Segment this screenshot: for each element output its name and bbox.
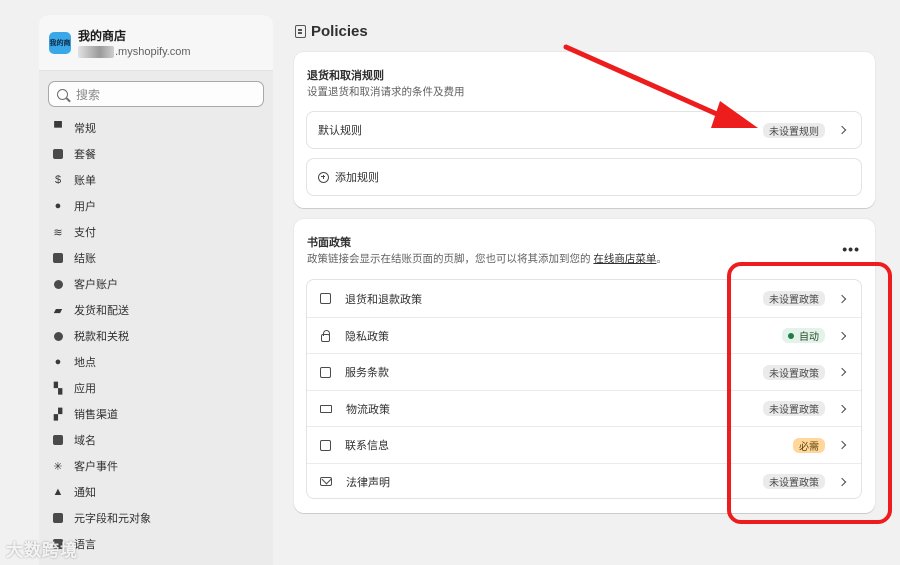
subtitle-suffix: 。	[656, 253, 667, 265]
subtitle-text: 政策链接会显示在结账页面的页脚，您也可以将其添加到您的	[307, 253, 594, 265]
policy-label: 退货和退款政策	[345, 293, 422, 306]
policy-label: 服务条款	[345, 367, 389, 379]
sidebar-item-label: 支付	[74, 227, 96, 239]
sidebar-item-label: 账单	[74, 175, 96, 187]
sidebar-item-notifications[interactable]: ▲ 通知	[49, 479, 263, 505]
settings-sidebar: 我的商 我的商店 .myshopify.com 搜索 ▀ 常规 套餐 $ 账单 ● 用…	[39, 15, 273, 565]
annotation-highlight-box	[727, 262, 892, 524]
search-input[interactable]: 搜索	[48, 81, 264, 107]
sidebar-item-users[interactable]: ● 用户	[49, 193, 263, 219]
sidebar-item-payments[interactable]: ≋ 支付	[49, 219, 263, 245]
plan-icon	[52, 148, 64, 160]
store-logo: 我的商	[49, 32, 71, 54]
store-header[interactable]: 我的商 我的商店 .myshopify.com	[39, 15, 273, 71]
apps-icon: ▚	[53, 382, 63, 395]
truck-icon	[320, 404, 332, 413]
sidebar-item-label: 域名	[74, 435, 96, 447]
returns-rules-card: 退货和取消规则 设置退货和取消请求的条件及费用 默认规则 未设置规则 添加规则	[294, 52, 875, 208]
policy-label: 隐私政策	[345, 330, 389, 343]
customer-icon	[52, 278, 64, 290]
tax-icon	[52, 330, 64, 342]
search-icon	[57, 88, 68, 100]
page-title: Policies	[295, 23, 368, 40]
metafields-icon	[52, 512, 64, 524]
sidebar-item-taxes[interactable]: 税款和关税	[49, 323, 263, 349]
lock-icon	[321, 329, 330, 342]
events-icon: ✳	[53, 460, 63, 473]
returns-card-title: 退货和取消规则	[307, 70, 384, 82]
more-actions-button[interactable]: •••	[842, 241, 860, 257]
sidebar-item-label: 地点	[74, 357, 96, 369]
sidebar-item-shipping[interactable]: ▰ 发货和配送	[49, 297, 263, 323]
settings-nav: ▀ 常规 套餐 $ 账单 ● 用户 ≋ 支付 结账 客户账户 ▰ 发货和配送 税款和关税 …	[39, 115, 273, 557]
cart-icon	[52, 252, 64, 264]
contact-card-icon	[320, 439, 331, 451]
redacted-mask	[78, 46, 114, 58]
bell-icon: ▲	[52, 486, 64, 498]
page-title-text: Policies	[311, 23, 368, 40]
policy-label: 物流政策	[346, 403, 390, 416]
channels-icon: ▞	[53, 408, 63, 421]
sidebar-item-metafields[interactable]: 元字段和元对象	[49, 505, 263, 531]
policy-label: 联系信息	[345, 440, 389, 452]
policy-label: 法律声明	[346, 476, 390, 489]
online-store-menu-link[interactable]: 在线商店菜单	[593, 253, 656, 265]
store-domain: .myshopify.com	[78, 46, 191, 58]
sidebar-item-sales-channels[interactable]: ▞ 销售渠道	[49, 401, 263, 427]
sidebar-item-label: 用户	[74, 201, 96, 213]
sidebar-item-label: 税款和关税	[74, 331, 129, 343]
sidebar-item-locations[interactable]: ● 地点	[49, 349, 263, 375]
sidebar-item-domains[interactable]: 域名	[49, 427, 263, 453]
search-placeholder: 搜索	[76, 87, 101, 102]
store-icon: ▀	[54, 122, 62, 134]
default-rule-label: 默认规则	[318, 125, 362, 137]
policy-icon	[295, 25, 306, 38]
add-rule-button[interactable]: 添加规则	[306, 158, 862, 196]
domain-icon	[52, 434, 64, 446]
watermark: 大数跨境	[6, 541, 78, 560]
sidebar-item-label: 销售渠道	[74, 409, 118, 421]
sidebar-item-customer-events[interactable]: ✳ 客户事件	[49, 453, 263, 479]
policies-card-title: 书面政策	[307, 237, 351, 249]
plus-circle-icon	[318, 171, 329, 183]
envelope-icon	[320, 477, 332, 486]
payments-icon: ≋	[53, 226, 63, 239]
sidebar-item-general[interactable]: ▀ 常规	[49, 115, 263, 141]
sidebar-item-apps[interactable]: ▚ 应用	[49, 375, 263, 401]
sidebar-item-plan[interactable]: 套餐	[49, 141, 263, 167]
policies-card-subtitle: 政策链接会显示在结账页面的页脚，您也可以将其添加到您的 在线商店菜单。	[307, 251, 667, 266]
billing-icon: $	[54, 174, 62, 186]
store-domain-text: .myshopify.com	[115, 46, 191, 58]
sidebar-item-label: 套餐	[74, 149, 96, 161]
sidebar-item-languages[interactable]: 语言	[49, 531, 263, 557]
default-rule-row[interactable]: 默认规则 未设置规则	[306, 111, 862, 149]
status-badge: 未设置规则	[763, 122, 825, 138]
sidebar-item-label: 客户事件	[74, 461, 118, 473]
sidebar-item-label: 结账	[74, 253, 96, 265]
sidebar-item-label: 客户账户	[74, 279, 118, 291]
terms-icon	[320, 366, 331, 378]
sidebar-item-label: 发货和配送	[74, 305, 129, 317]
store-name: 我的商店	[78, 29, 127, 43]
sidebar-item-checkout[interactable]: 结账	[49, 245, 263, 271]
refund-policy-icon	[320, 293, 331, 304]
shipping-icon: ▰	[53, 304, 63, 317]
chevron-right-icon	[837, 125, 847, 135]
sidebar-item-billing[interactable]: $ 账单	[49, 167, 263, 193]
sidebar-item-customer-accounts[interactable]: 客户账户	[49, 271, 263, 297]
location-icon: ●	[54, 356, 62, 368]
sidebar-item-label: 常规	[74, 123, 96, 135]
add-rule-label: 添加规则	[335, 172, 379, 184]
sidebar-item-label: 应用	[74, 383, 96, 395]
users-icon: ●	[54, 200, 62, 212]
sidebar-item-label: 元字段和元对象	[74, 513, 151, 525]
returns-card-subtitle: 设置退货和取消请求的条件及费用	[307, 86, 465, 98]
sidebar-item-label: 通知	[74, 487, 96, 499]
